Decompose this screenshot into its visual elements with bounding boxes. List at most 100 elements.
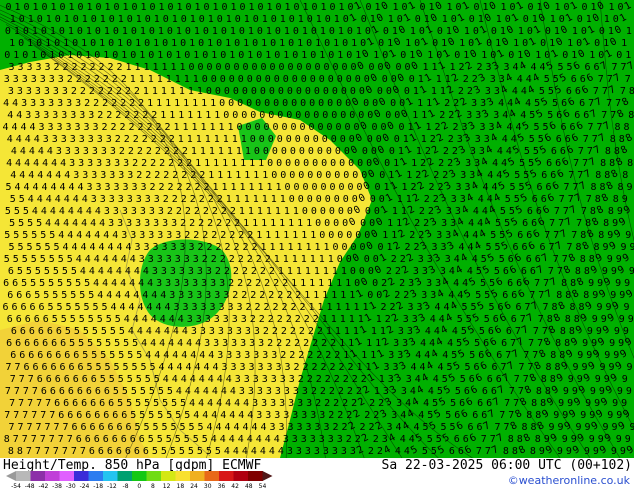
svg-text:9: 9 — [616, 434, 622, 445]
svg-text:2: 2 — [289, 350, 295, 361]
credit-link[interactable]: ©weatheronline.co.uk — [508, 474, 630, 488]
svg-text:1: 1 — [46, 14, 52, 25]
svg-text:3: 3 — [9, 62, 15, 73]
svg-text:1: 1 — [296, 266, 302, 277]
svg-text:3: 3 — [283, 410, 289, 421]
svg-text:1: 1 — [262, 194, 268, 205]
svg-text:3: 3 — [305, 446, 311, 457]
svg-text:2: 2 — [334, 350, 340, 361]
svg-text:0: 0 — [375, 182, 381, 193]
svg-text:2: 2 — [181, 170, 187, 181]
svg-text:1: 1 — [274, 254, 280, 265]
svg-text:5: 5 — [100, 374, 106, 385]
svg-text:0: 0 — [365, 206, 371, 217]
svg-text:0: 0 — [40, 50, 46, 61]
svg-text:3: 3 — [205, 314, 211, 325]
svg-text:0: 0 — [321, 158, 327, 169]
svg-text:9: 9 — [592, 314, 598, 325]
svg-text:5: 5 — [27, 218, 33, 229]
svg-text:0: 0 — [324, 218, 330, 229]
svg-text:2: 2 — [303, 362, 309, 373]
svg-text:0: 0 — [168, 2, 174, 13]
svg-text:0: 0 — [307, 170, 313, 181]
svg-text:4: 4 — [115, 290, 121, 301]
svg-text:6: 6 — [33, 338, 39, 349]
svg-text:5: 5 — [544, 74, 550, 85]
svg-text:0: 0 — [254, 146, 260, 157]
svg-text:0: 0 — [90, 38, 96, 49]
svg-text:4: 4 — [72, 242, 78, 253]
colorbar-tick: -48 — [25, 484, 35, 490]
svg-text:0: 0 — [287, 86, 293, 97]
svg-text:6: 6 — [501, 338, 507, 349]
svg-text:7: 7 — [49, 410, 55, 421]
svg-text:4: 4 — [130, 254, 136, 265]
svg-text:5: 5 — [110, 326, 116, 337]
svg-text:4: 4 — [117, 242, 123, 253]
svg-text:8: 8 — [591, 182, 597, 193]
svg-text:5: 5 — [495, 218, 501, 229]
svg-text:2: 2 — [463, 74, 469, 85]
svg-text:7: 7 — [509, 386, 515, 397]
svg-text:0: 0 — [113, 26, 119, 37]
svg-text:5: 5 — [519, 158, 525, 169]
svg-text:0: 0 — [277, 110, 283, 121]
svg-text:5: 5 — [188, 446, 194, 457]
svg-text:3: 3 — [274, 410, 280, 421]
svg-text:1: 1 — [379, 374, 385, 385]
svg-text:6: 6 — [47, 326, 53, 337]
svg-text:9: 9 — [628, 314, 634, 325]
svg-text:4: 4 — [395, 446, 401, 457]
svg-text:0: 0 — [367, 134, 373, 145]
svg-text:3: 3 — [289, 374, 295, 385]
svg-text:5: 5 — [31, 230, 37, 241]
svg-text:1: 1 — [283, 254, 289, 265]
svg-text:0: 0 — [307, 194, 313, 205]
svg-text:8: 8 — [8, 446, 14, 457]
svg-text:7: 7 — [533, 326, 539, 337]
svg-text:2: 2 — [237, 278, 243, 289]
svg-text:8: 8 — [535, 434, 541, 445]
svg-text:8: 8 — [536, 386, 542, 397]
svg-text:0: 0 — [203, 26, 209, 37]
svg-text:0: 0 — [150, 2, 156, 13]
svg-text:1: 1 — [99, 38, 105, 49]
svg-text:2: 2 — [137, 146, 143, 157]
svg-text:8: 8 — [17, 446, 23, 457]
svg-text:5: 5 — [57, 278, 63, 289]
svg-text:3: 3 — [97, 134, 103, 145]
svg-text:0: 0 — [334, 194, 340, 205]
svg-text:2: 2 — [102, 98, 108, 109]
svg-text:4: 4 — [33, 158, 39, 169]
svg-text:2: 2 — [299, 326, 305, 337]
svg-text:0: 0 — [324, 62, 330, 73]
colorbar-swatch — [103, 471, 118, 481]
svg-text:2: 2 — [339, 362, 345, 373]
svg-text:5: 5 — [27, 242, 33, 253]
svg-text:2: 2 — [169, 134, 175, 145]
svg-text:7: 7 — [583, 134, 589, 145]
svg-text:2: 2 — [207, 242, 213, 253]
svg-text:3: 3 — [75, 122, 81, 133]
svg-text:4: 4 — [3, 122, 9, 133]
svg-text:2: 2 — [207, 218, 213, 229]
svg-text:6: 6 — [82, 374, 88, 385]
svg-text:1: 1 — [175, 50, 181, 61]
svg-text:0: 0 — [221, 26, 227, 37]
svg-text:2: 2 — [208, 194, 214, 205]
svg-text:8: 8 — [598, 230, 604, 241]
svg-text:5: 5 — [105, 338, 111, 349]
svg-text:5: 5 — [552, 98, 558, 109]
weather-map: 0101010101010101010101010101010101010101… — [0, 0, 634, 458]
svg-text:0: 0 — [330, 158, 336, 169]
svg-text:3: 3 — [157, 230, 163, 241]
svg-text:2: 2 — [343, 374, 349, 385]
svg-text:4: 4 — [447, 338, 453, 349]
svg-text:0: 0 — [333, 218, 339, 229]
svg-text:4: 4 — [195, 338, 201, 349]
svg-text:4: 4 — [24, 158, 30, 169]
svg-text:1: 1 — [262, 14, 268, 25]
svg-text:3: 3 — [100, 194, 106, 205]
svg-text:4: 4 — [172, 350, 178, 361]
svg-text:6: 6 — [72, 422, 78, 433]
